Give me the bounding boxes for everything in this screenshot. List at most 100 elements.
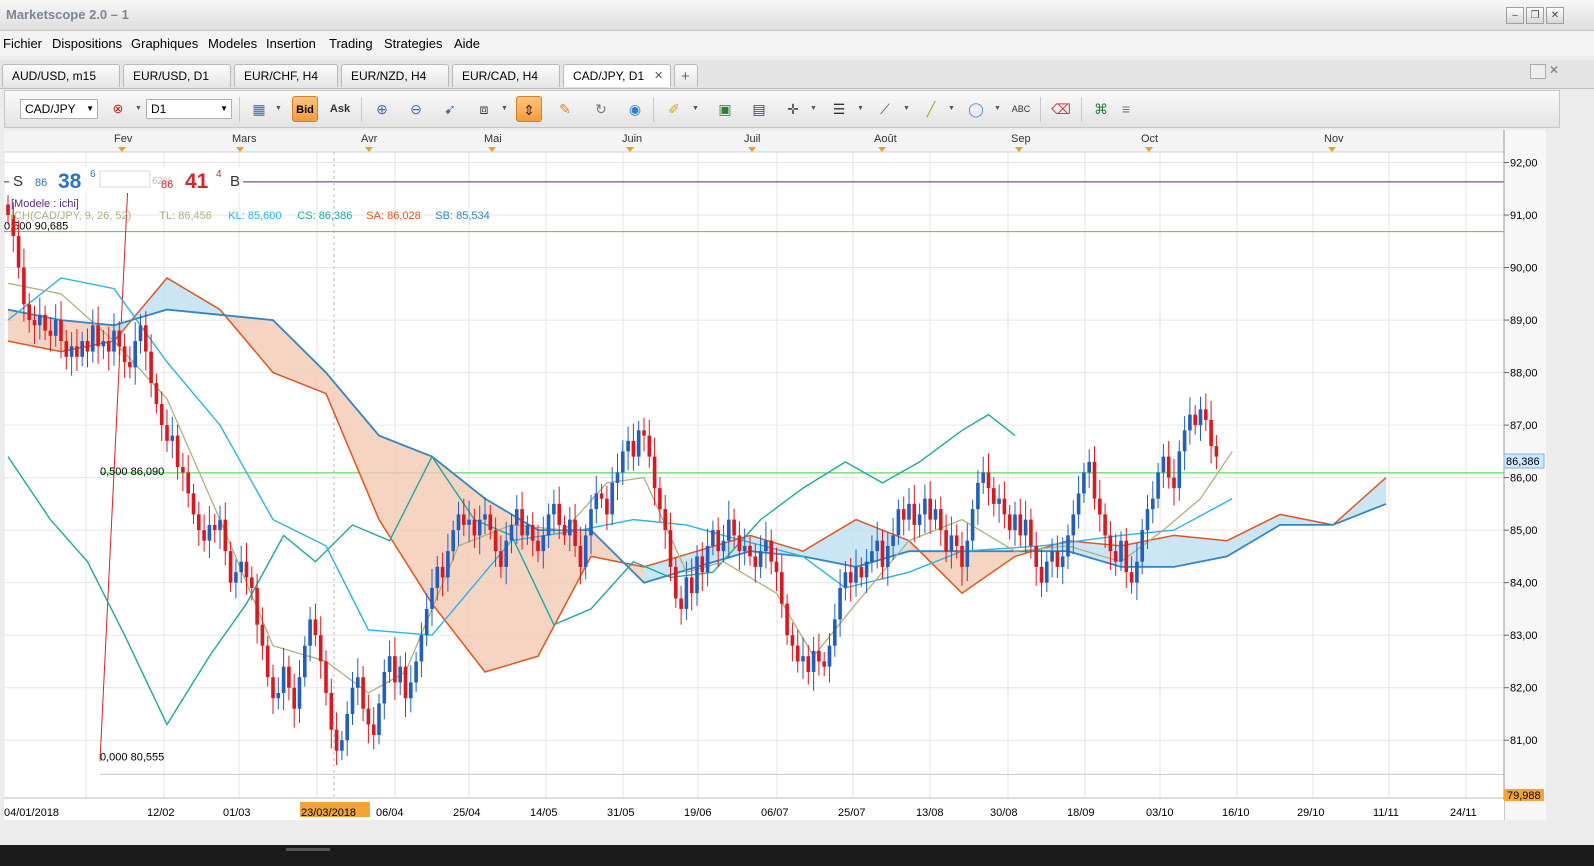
candle-body [1029,519,1033,546]
buy-price[interactable]: 41 [185,170,209,193]
candle-body [965,540,970,567]
status-scroll-thumb[interactable] [286,848,330,851]
link-symbol-icon[interactable]: ⊗ [105,96,131,122]
candle-body [1119,540,1123,562]
hierarchy-icon[interactable]: ⌘ [1088,96,1114,122]
crosshair-icon[interactable]: ✛ [780,96,806,122]
candle-body [430,587,434,609]
model-label: [Modele : ichi] [11,198,79,210]
restore-chart-icon[interactable] [1530,64,1546,79]
candle-body [260,624,265,646]
candle-body [589,509,593,536]
candle-body [340,740,344,751]
sell-label[interactable]: S [13,173,23,190]
candle-body [901,509,906,520]
symbol-value: CAD/JPY [25,102,76,116]
toolbar-separator [361,97,362,122]
menu-fichier[interactable]: Fichier [3,36,42,51]
menu-dispositions[interactable]: Dispositions [52,36,122,51]
zoom-out-icon[interactable]: ⊖ [403,96,429,122]
window-icon[interactable]: ▤ [746,96,772,122]
candle-body [1082,472,1086,494]
candle-body [944,530,948,552]
candle-body [1214,446,1219,457]
chart-type-icon[interactable]: ▦ [246,96,272,122]
ruler-icon[interactable]: ✐ [661,96,687,122]
picture-icon[interactable]: ▣ [712,96,738,122]
sell-pipette: 6 [90,169,96,180]
fan-icon[interactable]: ⟋ [872,96,898,122]
candle-body [271,677,275,699]
tab-close-icon[interactable]: ✕ [654,65,663,88]
tab-eur-cad[interactable]: EUR/CAD, H4 [452,64,560,87]
timeframe-select[interactable]: D1 ▼ [146,99,232,119]
candle-body [281,666,286,693]
eraser-icon[interactable]: ⌫ [1048,96,1074,122]
autoscroll-icon[interactable]: ⇕ [516,96,542,122]
lines-icon[interactable]: ☰ [826,96,852,122]
month-label: Avr [361,133,378,145]
menu-aide[interactable]: Aide [454,36,480,51]
candle-body [1018,514,1023,536]
refresh-icon[interactable]: ↻ [588,96,614,122]
trendline-icon[interactable]: ╱ [918,96,944,122]
tab-aud-usd[interactable]: AUD/USD, m15 [2,64,120,87]
candle-body [53,320,58,336]
edit-chart-icon[interactable]: ✎ [552,96,578,122]
candle-body [1140,530,1144,562]
menu-graphiques[interactable]: Graphiques [131,36,198,51]
candle-body [1092,461,1097,499]
month-label: Nov [1324,133,1344,145]
ellipse-icon[interactable]: ◯ [963,96,989,122]
candle-body [85,341,90,352]
minimize-button[interactable]: ‒ [1506,7,1524,24]
candle-body [795,645,800,662]
more-tools-icon[interactable]: ≡ [1117,96,1135,122]
menu-strategies[interactable]: Strategies [384,36,443,51]
candle-body [16,236,21,268]
symbol-select[interactable]: CAD/JPY ▼ [20,99,98,119]
chevron-down-icon: ▼ [86,104,94,113]
text-tool-icon[interactable]: ABC [1008,96,1034,122]
candle-body [297,677,302,709]
quote-panel[interactable]: S 86 38 6 62% 86 41 4 B [9,167,243,193]
candle-body [578,545,583,567]
menu-insertion[interactable]: Insertion [266,36,316,51]
ask-button[interactable]: Ask [327,96,353,122]
chart-area[interactable]: 0,500 90,685 0,500 86,090 0,000 80,555 92,… [3,130,1546,820]
zoom-in-icon[interactable]: ⊕ [369,96,395,122]
bid-button[interactable]: Bid [292,96,318,122]
menu-modeles[interactable]: Modeles [208,36,257,51]
menu-trading[interactable]: Trading [329,36,373,51]
candle-body [636,430,641,457]
candle-body [870,551,874,562]
tab-cad-jpy[interactable]: CAD/JPY, D1 ✕ [563,64,671,87]
maximize-button[interactable]: ❐ [1526,7,1544,24]
cursor-icon[interactable]: ➹ [437,96,463,122]
candle-body [833,619,837,646]
chart-svg[interactable]: 0,500 90,6850,500 86,0900,000 80,555 92,… [3,130,1546,820]
candle-body [419,635,424,662]
close-button[interactable]: ✕ [1546,7,1564,24]
title-bar: Marketscope 2.0 – 1 ‒ ❐ ✕ [0,0,1594,31]
add-tab-button[interactable]: + [674,64,698,87]
candle-body [138,325,143,342]
indicator-value: SA: 86,028 [366,210,420,222]
candle-body [817,650,821,662]
indicator-icon[interactable]: ⧈ [471,96,497,122]
date-tick-label: 16/10 [1222,807,1250,819]
close-chart-icon[interactable]: ✕ [1549,63,1559,77]
candle-body [313,619,318,636]
buy-label[interactable]: B [230,173,240,190]
tab-eur-nzd[interactable]: EUR/NZD, H4 [341,64,449,87]
candle-body [1204,409,1208,420]
globe-icon[interactable]: ◉ [622,96,648,122]
candle-body [928,498,932,520]
date-tick-label: 24/11 [1450,807,1477,819]
candle-body [1193,414,1197,426]
candle-body [101,341,106,347]
candle-body [801,656,805,662]
sell-price[interactable]: 38 [58,170,82,193]
tab-eur-usd[interactable]: EUR/USD, D1 [123,64,231,87]
tab-eur-chf[interactable]: EUR/CHF, H4 [234,64,338,87]
